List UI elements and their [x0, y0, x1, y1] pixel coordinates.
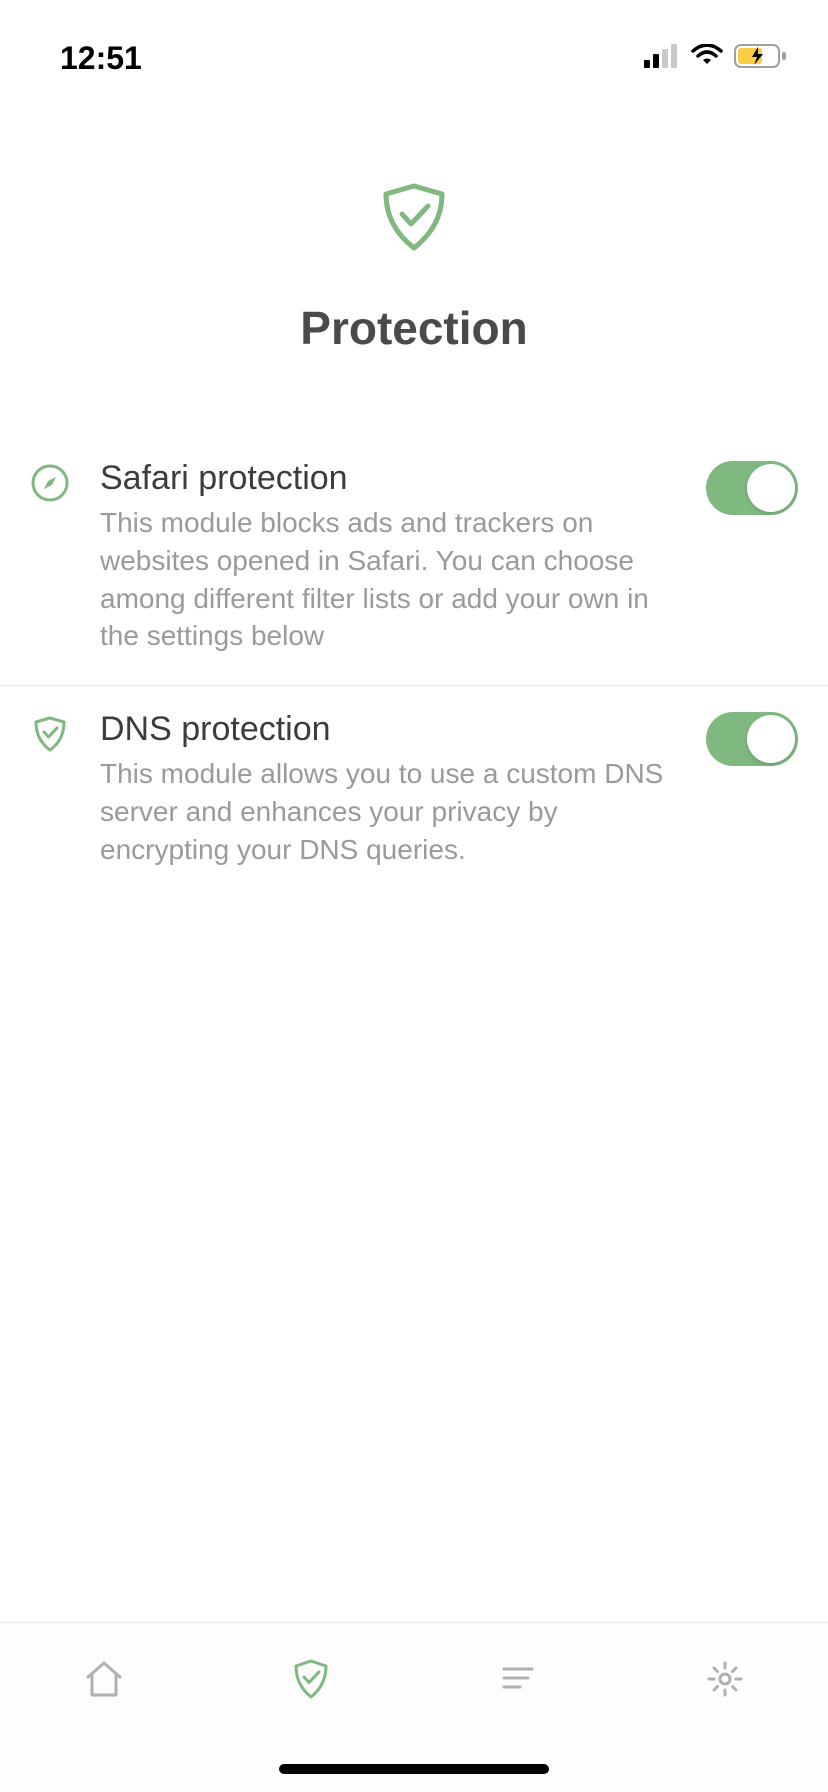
module-description: This module allows you to use a custom D… [100, 755, 686, 868]
page-title: Protection [300, 301, 527, 355]
tab-home[interactable] [74, 1651, 134, 1711]
module-item-safari[interactable]: Safari protection This module blocks ads… [0, 435, 828, 686]
shield-check-icon [289, 1657, 333, 1706]
shield-check-icon [30, 714, 70, 754]
module-item-dns[interactable]: DNS protection This module allows you to… [0, 686, 828, 898]
tab-protection[interactable] [281, 1651, 341, 1711]
dns-protection-toggle[interactable] [706, 712, 798, 766]
wifi-icon [690, 44, 724, 73]
home-icon [82, 1657, 126, 1706]
gear-icon [703, 1657, 747, 1706]
compass-icon [30, 463, 70, 503]
module-description: This module blocks ads and trackers on w… [100, 504, 686, 655]
home-indicator[interactable] [279, 1764, 549, 1774]
header: Protection [0, 88, 828, 405]
list-icon [496, 1657, 540, 1706]
tab-activity[interactable] [488, 1651, 548, 1711]
safari-protection-toggle[interactable] [706, 461, 798, 515]
battery-charging-icon [734, 43, 788, 74]
cellular-signal-icon [644, 44, 680, 73]
status-time: 12:51 [60, 40, 142, 77]
shield-check-hero-icon [374, 178, 454, 263]
module-list: Safari protection This module blocks ads… [0, 435, 828, 899]
status-icons [644, 43, 788, 74]
module-title: Safari protection [100, 459, 686, 498]
status-bar: 12:51 [0, 0, 828, 88]
module-content: Safari protection This module blocks ads… [100, 459, 706, 655]
module-title: DNS protection [100, 710, 686, 749]
module-content: DNS protection This module allows you to… [100, 710, 706, 868]
tab-settings[interactable] [695, 1651, 755, 1711]
